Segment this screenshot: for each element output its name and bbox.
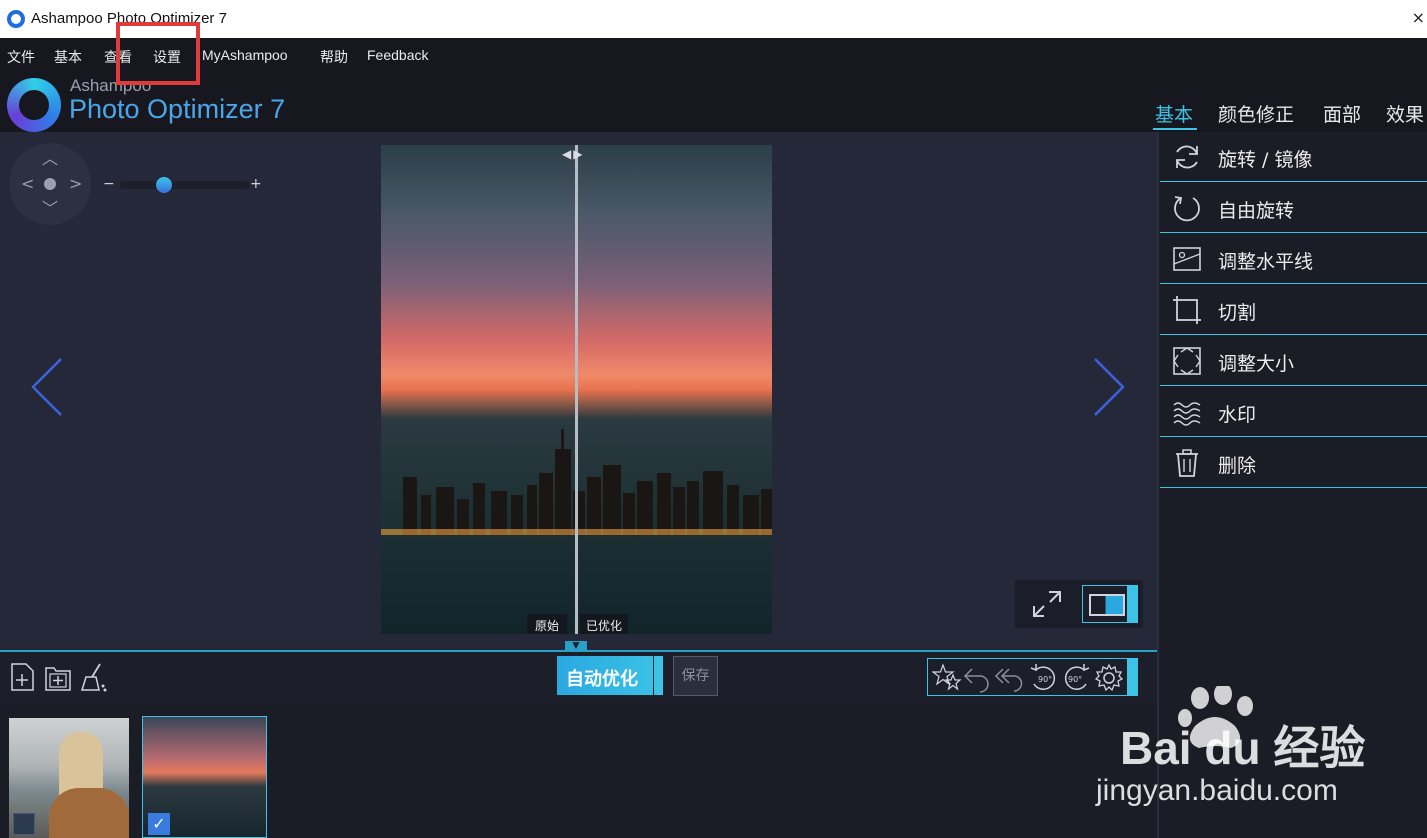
undo-all-icon[interactable] — [994, 663, 1024, 693]
tool-resize-label: 调整大小 — [1218, 353, 1295, 375]
fullscreen-icon[interactable] — [1031, 589, 1063, 619]
tool-crop-label: 切割 — [1218, 302, 1257, 324]
zoom-slider-knob[interactable] — [156, 177, 172, 193]
menu-item-help[interactable]: 帮助 — [320, 47, 348, 67]
brand-product: Photo Optimizer 7 — [69, 94, 286, 124]
zoom-slider[interactable] — [120, 181, 250, 189]
undo-icon[interactable] — [962, 663, 992, 693]
auto-optimize-label: 自动优化 — [566, 669, 638, 690]
pan-down-icon[interactable]: ﹀ — [42, 201, 58, 217]
horizon-icon — [1173, 247, 1201, 271]
save-button[interactable]: 保存 — [673, 656, 718, 696]
thumbnail-1-checkbox[interactable] — [13, 813, 35, 835]
favorite-stars-icon[interactable] — [932, 663, 962, 693]
tool-delete[interactable]: 删除 — [1160, 438, 1427, 488]
title-bar: Ashampoo Photo Optimizer 7 × — [0, 0, 1427, 38]
previous-image-icon[interactable] — [25, 355, 85, 419]
next-image-icon[interactable] — [1075, 355, 1135, 419]
tool-horizon[interactable]: 调整水平线 — [1160, 234, 1427, 284]
tool-delete-label: 删除 — [1218, 455, 1257, 477]
tool-watermark-label: 水印 — [1218, 404, 1257, 426]
free-rotate-icon — [1174, 196, 1200, 222]
menu-item-file[interactable]: 文件 — [7, 47, 35, 67]
watermark-icon — [1173, 402, 1201, 426]
menu-bar: 文件 基本 查看 设置 MyAshampoo 帮助 Feedback — [0, 38, 1427, 74]
tool-rotate-mirror[interactable]: 旋转 / 镜像 — [1160, 132, 1427, 182]
rotate-right-label: 90° — [1068, 675, 1082, 684]
compare-mode-button[interactable] — [1082, 585, 1138, 623]
edit-actions-dropdown[interactable] — [1127, 659, 1137, 695]
tool-rotate-mirror-label: 旋转 / 镜像 — [1218, 149, 1313, 171]
label-optimized: 已优化 — [580, 614, 629, 634]
tool-free-rotate-label: 自由旋转 — [1218, 200, 1295, 222]
trash-icon — [1176, 449, 1198, 477]
thumbnail-2-selected[interactable]: ✓ — [142, 716, 267, 838]
add-file-icon[interactable] — [9, 662, 37, 692]
rotate-right-icon[interactable]: 90° — [1060, 662, 1092, 694]
tool-crop[interactable]: 切割 — [1160, 285, 1427, 335]
rotate-left-icon[interactable]: 90° — [1028, 662, 1060, 694]
resize-icon — [1173, 347, 1201, 375]
app-logo-icon — [7, 10, 25, 28]
close-icon[interactable]: × — [1412, 8, 1425, 27]
pan-left-icon[interactable]: < — [21, 176, 34, 192]
settings-gear-icon[interactable] — [1094, 663, 1124, 693]
auto-optimize-dropdown[interactable] — [653, 656, 663, 695]
active-tab-indicator — [1153, 128, 1197, 130]
thumb-portrait-coat — [49, 788, 129, 838]
pan-right-icon[interactable]: > — [69, 176, 82, 192]
split-view-icon — [1089, 594, 1125, 616]
add-folder-icon[interactable] — [44, 662, 72, 692]
edit-actions-group: 90° 90° — [927, 658, 1138, 696]
tool-watermark[interactable]: 水印 — [1160, 387, 1427, 437]
compare-split-line[interactable] — [575, 145, 578, 634]
rotate-refresh-icon — [1176, 145, 1198, 169]
pan-up-icon[interactable]: ︿ — [42, 151, 58, 167]
zoom-in-icon[interactable]: + — [250, 176, 262, 192]
tool-resize[interactable]: 调整大小 — [1160, 336, 1427, 386]
tab-color-correction[interactable]: 颜色修正 — [1218, 100, 1294, 127]
menu-item-basic[interactable]: 基本 — [54, 47, 82, 67]
tab-effects[interactable]: 效果 — [1386, 100, 1424, 127]
thumbnail-1[interactable] — [9, 718, 129, 838]
compare-mode-dropdown[interactable] — [1127, 586, 1137, 622]
baidu-url-text: jingyan.baidu.com — [1096, 774, 1338, 807]
menu-item-feedback[interactable]: Feedback — [367, 47, 428, 63]
tool-horizon-label: 调整水平线 — [1218, 251, 1314, 273]
pan-center-icon[interactable] — [44, 178, 56, 190]
brand-logo-icon — [7, 78, 61, 132]
clear-list-icon[interactable] — [80, 662, 108, 692]
tab-basic[interactable]: 基本 — [1155, 100, 1193, 127]
zoom-out-icon[interactable]: − — [103, 176, 115, 192]
auto-optimize-button[interactable]: 自动优化 — [557, 656, 663, 695]
tab-face[interactable]: 面部 — [1323, 100, 1361, 127]
pan-navigator[interactable]: ︿ < > ﹀ — [9, 143, 91, 225]
crop-icon — [1173, 296, 1201, 324]
split-handle-icon[interactable]: ◀▶ — [562, 147, 584, 161]
rotate-left-label: 90° — [1038, 675, 1052, 684]
highlight-box — [116, 22, 200, 85]
brand-bar: Ashampoo Photo Optimizer 7 — [0, 74, 1427, 132]
tool-free-rotate[interactable]: 自由旋转 — [1160, 183, 1427, 233]
baidu-brand-text: Bai du 经验 — [1120, 722, 1366, 774]
thumbnail-2-checkbox[interactable]: ✓ — [148, 813, 170, 835]
label-original: 原始 — [527, 614, 568, 634]
menu-item-myashampoo[interactable]: MyAshampoo — [202, 47, 288, 63]
